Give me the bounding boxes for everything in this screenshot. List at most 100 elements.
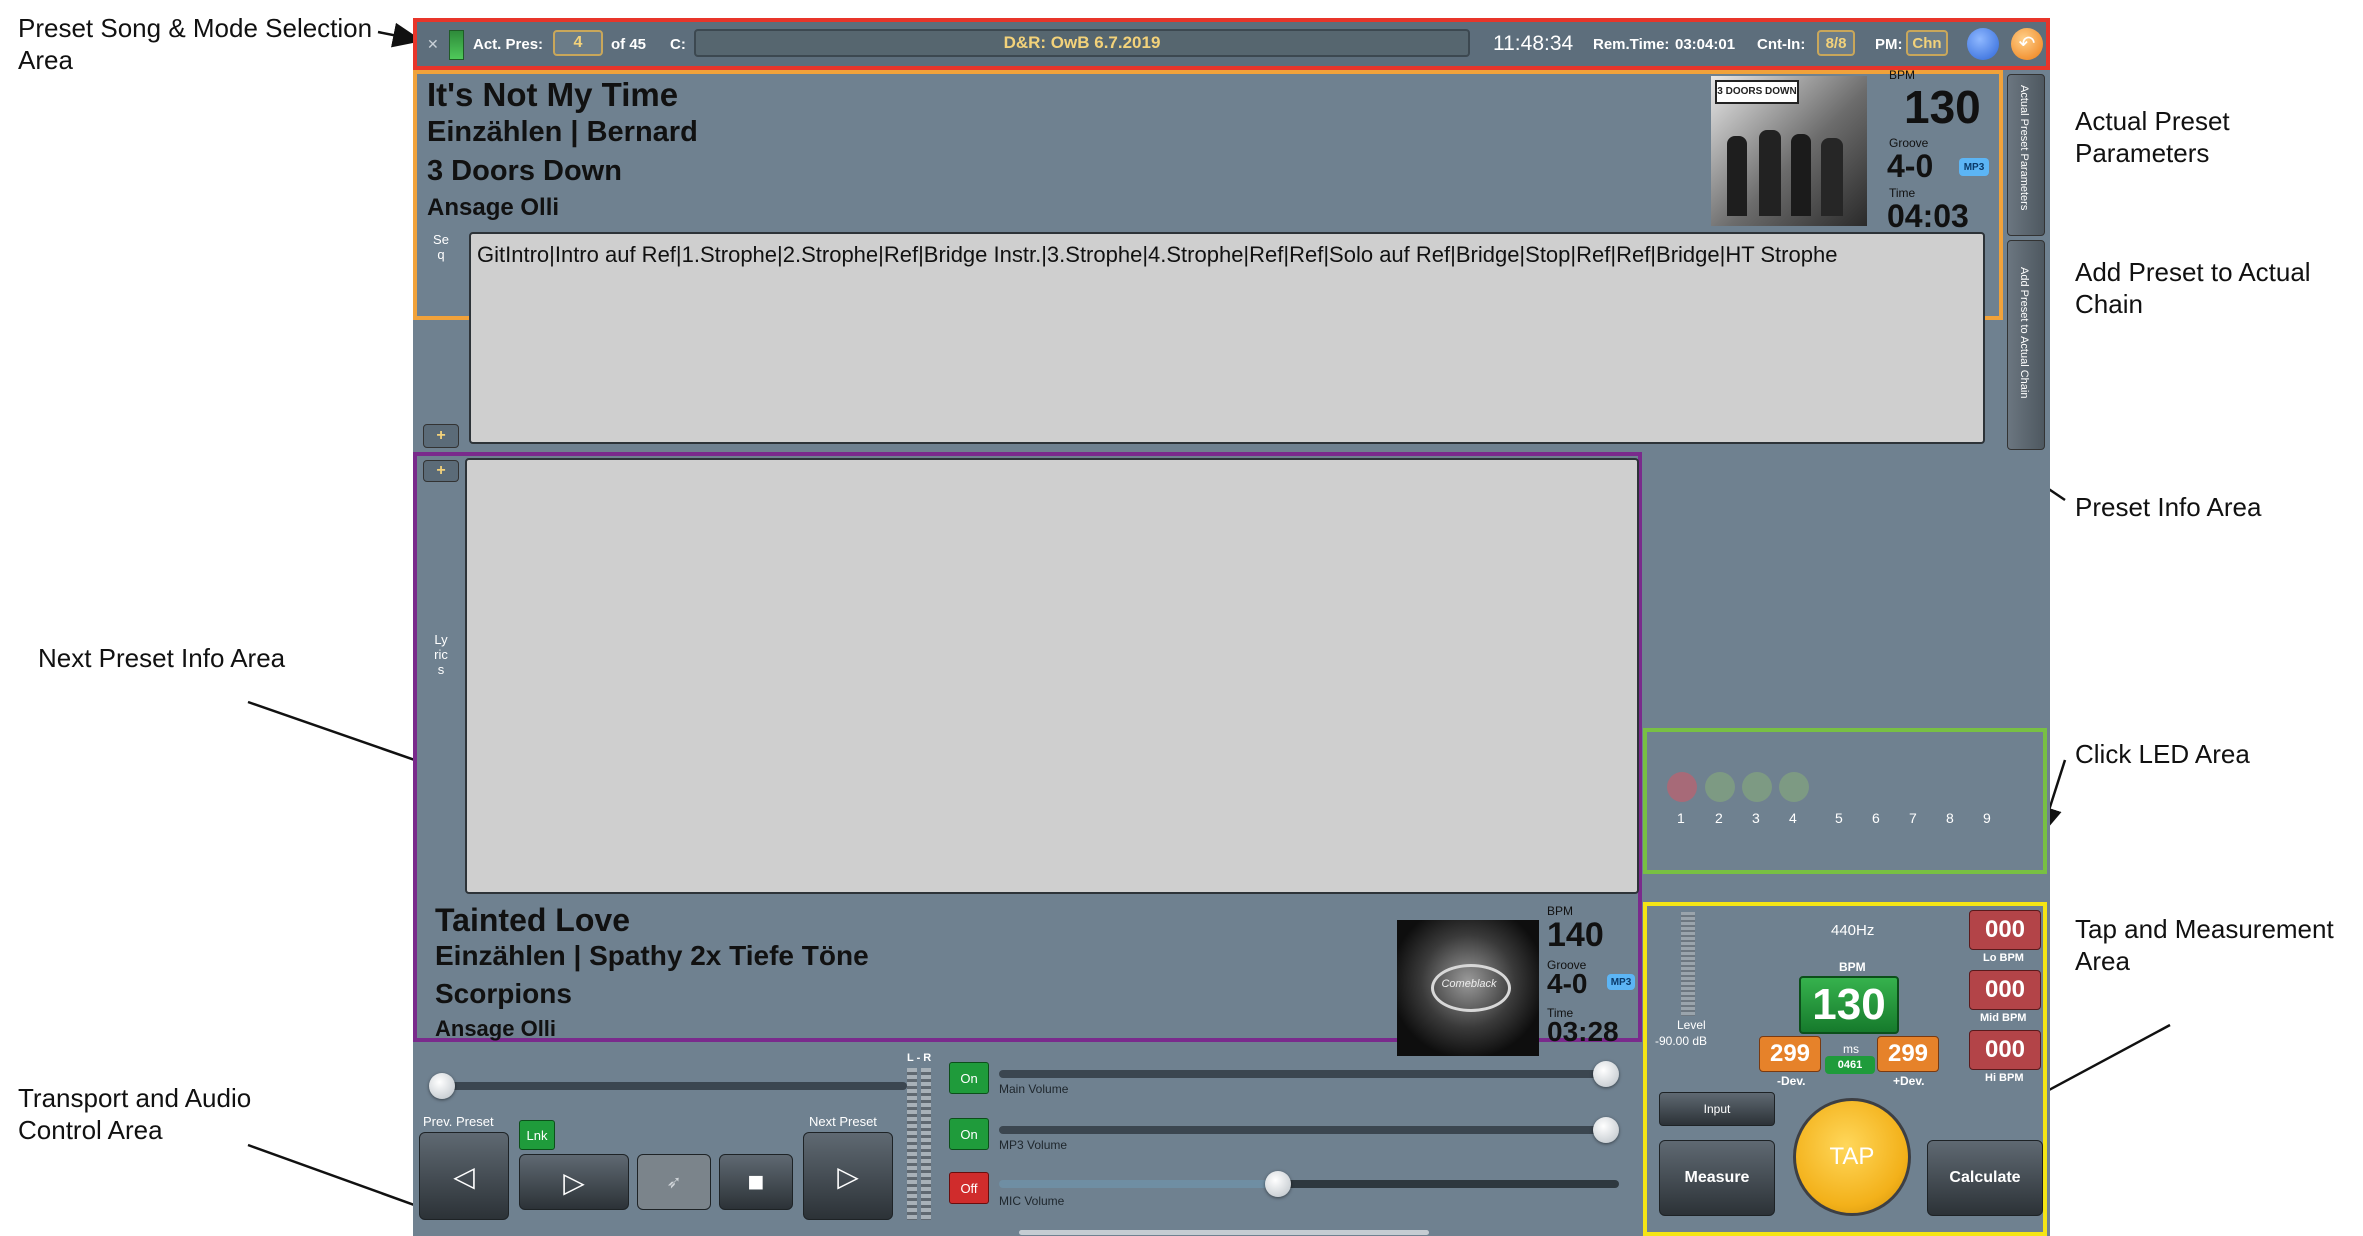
next-title: Tainted Love xyxy=(435,902,630,938)
preset-info-area: It's Not My Time Einzählen | Bernard 3 D… xyxy=(413,68,2003,448)
mp3-volume-knob[interactable] xyxy=(1593,1117,1619,1143)
mp3-volume-slider[interactable] xyxy=(999,1126,1619,1134)
led-label: 6 xyxy=(1872,810,1880,826)
mic-volume-knob[interactable] xyxy=(1265,1171,1291,1197)
current-artist: 3 Doors Down xyxy=(427,155,622,187)
next-line4: Ansage Olli xyxy=(435,1016,557,1041)
next-groove: 4-0 xyxy=(1547,968,1588,999)
led-label: 2 xyxy=(1715,810,1723,826)
position-slider[interactable] xyxy=(429,1082,907,1090)
main-volume-slider[interactable] xyxy=(999,1070,1619,1078)
stop-icon: ■ xyxy=(747,1166,765,1197)
cursor-icon: ➶ xyxy=(666,1171,682,1192)
measure-button[interactable]: Measure xyxy=(1659,1140,1775,1216)
pm-field[interactable]: Chn xyxy=(1906,30,1948,56)
led-label: 7 xyxy=(1909,810,1917,826)
transport-audio-area: Prev. Preset Next Preset Lnk ◁ ▷ ➶ ■ ▷ L… xyxy=(413,1044,1642,1236)
next-format-badge: MP3 xyxy=(1607,974,1635,990)
main-volume-knob[interactable] xyxy=(1593,1061,1619,1087)
mp3-on-toggle[interactable]: On xyxy=(949,1118,989,1150)
vu-meter-right xyxy=(921,1068,931,1220)
led-1 xyxy=(1667,772,1697,802)
back-icon[interactable]: ↶ xyxy=(2011,28,2043,60)
stop-button[interactable]: ■ xyxy=(719,1154,793,1210)
next-bpm: 140 xyxy=(1547,916,1604,954)
act-pres-label: Act. Pres: xyxy=(473,36,544,53)
prev-preset-button[interactable]: ◁ xyxy=(419,1132,509,1220)
tap-measurement-area: Level -90.00 dB 440Hz BPM 130 299 -Dev. … xyxy=(1643,902,2047,1236)
current-bpm: 130 xyxy=(1904,81,1981,133)
chain-label: C: xyxy=(670,36,686,53)
calculate-button[interactable]: Calculate xyxy=(1927,1140,2043,1216)
seq-side-label: Seq xyxy=(433,232,449,262)
close-icon[interactable]: ✕ xyxy=(427,36,439,53)
cnt-in-field[interactable]: 8/8 xyxy=(1817,30,1855,56)
mic-volume-slider[interactable] xyxy=(999,1180,1619,1188)
current-title: It's Not My Time xyxy=(427,76,679,113)
led-label: 3 xyxy=(1752,810,1760,826)
next-artist: Scorpions xyxy=(435,978,572,1009)
led-label: 1 xyxy=(1677,810,1685,826)
mp3-volume-label: MP3 Volume xyxy=(999,1138,1068,1152)
lyrics-side-label: Lyrics xyxy=(434,632,448,677)
led-4 xyxy=(1779,772,1809,802)
level-label: Level xyxy=(1677,1018,1706,1032)
plus-dev-label: +Dev. xyxy=(1893,1074,1925,1088)
play-icon: ▷ xyxy=(563,1166,585,1198)
lyrics-box[interactable] xyxy=(465,458,1639,894)
next-preset-label: Next Preset xyxy=(809,1114,877,1129)
tap-bpm-label: BPM xyxy=(1839,960,1866,974)
actual-preset-parameters-label: Actual Preset Parameters xyxy=(2018,85,2030,211)
chain-name-field[interactable]: D&R: OwB 6.7.2019 xyxy=(694,29,1470,57)
sequence-box[interactable]: GitIntro|Intro auf Ref|1.Strophe|2.Strop… xyxy=(469,232,1985,444)
rem-time-value: 03:04:01 xyxy=(1675,36,1736,53)
act-pres-field[interactable]: 4 xyxy=(553,30,603,56)
input-button[interactable]: Input xyxy=(1659,1092,1775,1126)
app-window: ✕ Act. Pres: 4 of 45 C: D&R: OwB 6.7.201… xyxy=(413,18,2050,1236)
prev-preset-label: Prev. Preset xyxy=(423,1114,494,1129)
info-button[interactable] xyxy=(1967,28,1999,60)
preset-total: of 45 xyxy=(611,36,647,53)
next-preset-button[interactable]: ▷ xyxy=(803,1132,893,1220)
add-preset-chain-tab[interactable]: Add Preset to Actual Chain xyxy=(2007,240,2045,450)
current-line2: Einzählen | Bernard xyxy=(427,116,698,148)
add-preset-chain-label: Add Preset to Actual Chain xyxy=(2018,267,2030,399)
next-icon: ▷ xyxy=(837,1160,859,1192)
led-3 xyxy=(1742,772,1772,802)
led-2 xyxy=(1705,772,1735,802)
tap-button[interactable]: TAP xyxy=(1793,1098,1911,1216)
actual-preset-parameters-tab[interactable]: Actual Preset Parameters xyxy=(2007,74,2045,236)
cue-button[interactable]: ➶ xyxy=(637,1154,711,1210)
sequence-text: GitIntro|Intro auf Ref|1.Strophe|2.Strop… xyxy=(477,242,1838,267)
next-preset-info-area: + Lyrics Tainted Love Einzählen | Spathy… xyxy=(413,452,1642,1056)
mid-bpm-display: 000 xyxy=(1969,970,2041,1010)
mic-off-toggle[interactable]: Off xyxy=(949,1172,989,1204)
plus-dev-display: 299 xyxy=(1877,1036,1939,1072)
current-format-badge: MP3 xyxy=(1959,158,1989,176)
battery-icon xyxy=(449,30,464,60)
minus-dev-label: -Dev. xyxy=(1777,1074,1806,1088)
ms-label: ms xyxy=(1843,1042,1859,1056)
click-led-area: 1 2 3 4 5 6 7 8 9 xyxy=(1643,728,2047,874)
position-slider-knob[interactable] xyxy=(429,1073,455,1099)
lo-bpm-display: 000 xyxy=(1969,910,2041,950)
hi-bpm-display: 000 xyxy=(1969,1030,2041,1070)
play-button[interactable]: ▷ xyxy=(519,1154,629,1210)
hi-bpm-label: Hi BPM xyxy=(1985,1072,2024,1084)
mid-bpm-label: Mid BPM xyxy=(1980,1012,2027,1024)
seq-add-button[interactable]: + xyxy=(423,424,459,448)
current-groove: 4-0 xyxy=(1887,148,1934,184)
next-line2: Einzählen | Spathy 2x Tiefe Töne xyxy=(435,940,869,971)
main-on-toggle[interactable]: On xyxy=(949,1062,989,1094)
link-button[interactable]: Lnk xyxy=(519,1120,555,1150)
lyrics-add-button[interactable]: + xyxy=(423,460,459,482)
pm-label: PM: xyxy=(1875,36,1903,53)
lr-label: L - R xyxy=(907,1052,932,1064)
tap-bpm-display: 130 xyxy=(1799,976,1899,1034)
vu-meter-left xyxy=(907,1068,917,1220)
current-line4: Ansage Olli xyxy=(427,194,560,221)
freq-label: 440Hz xyxy=(1831,922,1875,939)
mic-volume-label: MIC Volume xyxy=(999,1194,1065,1208)
led-label: 4 xyxy=(1789,810,1797,826)
main-volume-label: Main Volume xyxy=(999,1082,1069,1096)
